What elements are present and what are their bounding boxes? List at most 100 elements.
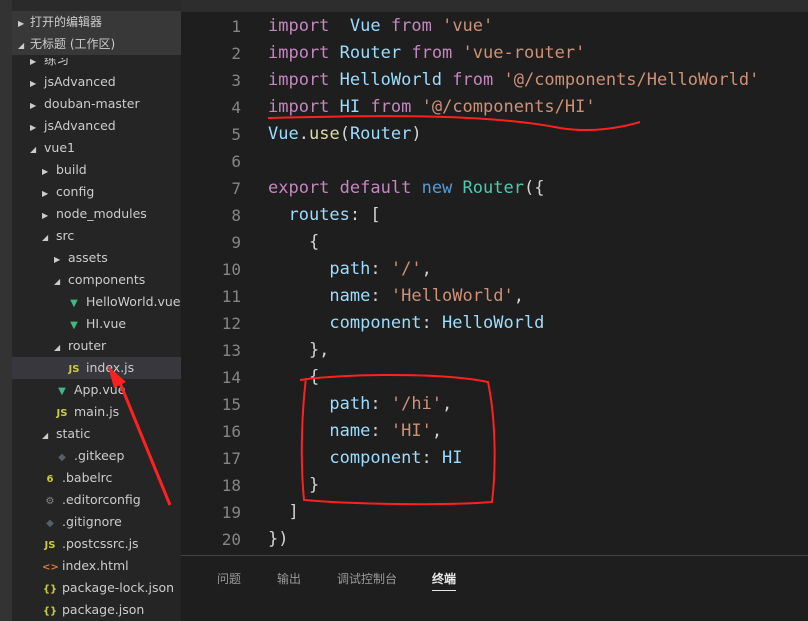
tree-item[interactable]: ◆ .gitkeep (12, 445, 181, 467)
tree-item[interactable]: ▶ config (12, 181, 181, 203)
line-number: 20 (221, 530, 241, 549)
line-number: 14 (221, 368, 241, 387)
code-token: from (370, 97, 412, 117)
code-token: '/hi' (390, 394, 443, 414)
code-token: HI (339, 97, 361, 117)
code-line: name: 'HI', (268, 418, 442, 445)
code-token: from (390, 16, 432, 36)
code-token: component (329, 448, 422, 468)
code-token: use (308, 124, 340, 144)
tree-item[interactable]: ▶ node_modules (12, 203, 181, 225)
tree-item[interactable]: {} package.json (12, 599, 181, 621)
tree-item[interactable]: ▶ assets (12, 247, 181, 269)
tree-item[interactable]: 6 .babelrc (12, 467, 181, 489)
tree-item-label: node_modules (56, 206, 147, 221)
json-file-icon: {} (42, 606, 58, 617)
code-token: export (268, 178, 330, 198)
sidebar-header (12, 0, 181, 11)
tree-item[interactable]: ◢ src (12, 225, 181, 247)
section-open-editors[interactable]: ▶ 打开的编辑器 (12, 11, 181, 33)
js-file-icon: JS (44, 540, 56, 551)
vue-file-icon: ▼ (70, 298, 78, 309)
code-line: export default new Router({ (268, 175, 544, 202)
code-token: , (513, 286, 524, 306)
code-token: name (329, 421, 371, 441)
code-token: '@/components/HelloWorld' (503, 70, 760, 90)
tree-item[interactable]: ⚙ .editorconfig (12, 489, 181, 511)
tree-item-label: jsAdvanced (44, 118, 116, 133)
tree-item[interactable]: JS index.js (12, 357, 181, 379)
tree-item-label: static (56, 426, 91, 441)
tree-item[interactable]: ▼ HelloWorld.vue (12, 291, 181, 313)
code-token: default (339, 178, 412, 198)
tree-item[interactable]: ◆ .gitignore (12, 511, 181, 533)
line-number: 15 (221, 395, 241, 414)
tree-item[interactable]: {} package-lock.json (12, 577, 181, 599)
code-line: routes: [ (268, 202, 380, 229)
tree-item[interactable]: ◢ router (12, 335, 181, 357)
code-token: Vue (349, 16, 381, 36)
tree-item[interactable]: <> index.html (12, 555, 181, 577)
chevron-down-icon: ◢ (54, 277, 61, 286)
line-number: 3 (231, 71, 241, 90)
code-token: Router (462, 178, 524, 198)
tree-item[interactable]: ▼ App.vue (12, 379, 181, 401)
code-token: 'vue' (442, 16, 494, 36)
code-token: ({ (523, 178, 545, 198)
tree-item[interactable]: ◢ static (12, 423, 181, 445)
tree-item[interactable]: ▶ douban-master (12, 93, 181, 115)
panel-tab[interactable]: 输出 (277, 570, 301, 587)
code-token: ( (339, 124, 350, 144)
tree-item-label: douban-master (44, 96, 140, 111)
chevron-down-icon: ◢ (30, 145, 37, 154)
tree-item[interactable]: JS .postcssrc.js (12, 533, 181, 555)
tree-item-label: index.js (86, 360, 135, 375)
activity-bar (0, 0, 12, 621)
code-token: HelloWorld (442, 313, 545, 333)
code-line: }, (268, 337, 329, 364)
code-token: import (268, 43, 330, 63)
tree-item-label: build (56, 162, 87, 177)
code-token: component (329, 313, 422, 333)
js-file-icon: JS (56, 408, 68, 419)
line-number: 8 (231, 206, 241, 225)
line-number: 18 (221, 476, 241, 495)
code-token: : (370, 421, 391, 441)
line-number: 6 (231, 152, 241, 171)
tree-item[interactable]: ◢ components (12, 269, 181, 291)
code-token: } (268, 475, 320, 495)
panel-tab[interactable]: 终端 (432, 570, 457, 591)
tree-item[interactable]: ▼ HI.vue (12, 313, 181, 335)
code-editor[interactable]: 1 import Vue from 'vue' 2 import Router fro… (181, 12, 808, 555)
line-number: 17 (221, 449, 241, 468)
tree-item-label: .postcssrc.js (62, 536, 139, 551)
code-line: Vue.use(Router) (268, 121, 422, 148)
code-token: ] (268, 502, 299, 522)
tree-item[interactable]: ▶ 练习 (12, 58, 181, 71)
panel-tab[interactable]: 问题 (217, 570, 241, 587)
line-number: 16 (221, 422, 241, 441)
json-file-icon: {} (42, 584, 58, 595)
tree-item[interactable]: ▶ build (12, 159, 181, 181)
panel-tab[interactable]: 调试控制台 (337, 570, 397, 587)
code-line: } (268, 472, 319, 499)
editor-tabs[interactable] (181, 0, 808, 12)
code-token: Router (339, 43, 402, 63)
tree-item-label: index.html (62, 558, 129, 573)
tree-item[interactable]: ◢ vue1 (12, 137, 181, 159)
tree-item[interactable]: JS main.js (12, 401, 181, 423)
code-token: 'vue-router' (462, 43, 586, 63)
tree-item[interactable]: ▶ jsAdvanced (12, 115, 181, 137)
tree-item-label: jsAdvanced (44, 74, 116, 89)
section-workspace[interactable]: ◢ 无标题 (工作区) (12, 33, 181, 55)
tree-item[interactable]: ▶ jsAdvanced (12, 71, 181, 93)
